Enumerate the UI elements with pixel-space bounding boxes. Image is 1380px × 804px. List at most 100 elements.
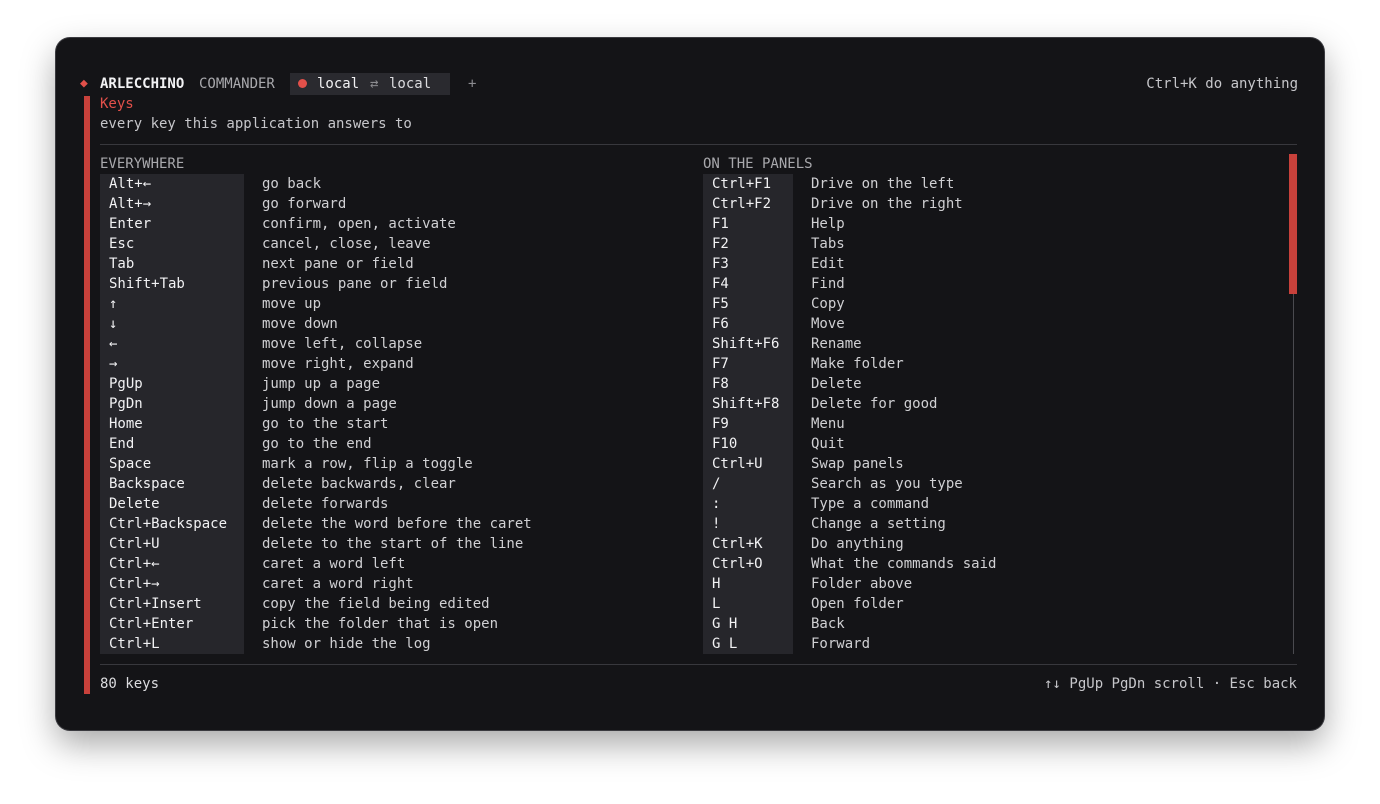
key-description: confirm, open, activate (262, 216, 456, 232)
key-label: ↓ (109, 316, 118, 332)
key-description: Quit (811, 436, 845, 452)
scroll-hint: ↑↓ PgUp PgDn scroll · Esc back (1044, 676, 1297, 692)
key-label: PgDn (109, 396, 143, 412)
scrollbar-thumb[interactable] (1289, 154, 1297, 294)
key-row: G L Forward (703, 634, 1263, 654)
key-label: → (109, 356, 118, 372)
key-row: Shift+Tab previous pane or field (100, 274, 660, 294)
key-row: Ctrl+K Do anything (703, 534, 1263, 554)
divider-bottom (100, 664, 1297, 665)
key-label: Shift+Tab (109, 276, 185, 292)
key-description: Move (811, 316, 845, 332)
key-description: caret a word left (262, 556, 406, 572)
key-row: L Open folder (703, 594, 1263, 614)
key-label: Alt+← (109, 176, 152, 192)
key-label: ↑ (109, 296, 118, 312)
key-label: Shift+F8 (712, 396, 780, 412)
key-row: Delete delete forwards (100, 494, 660, 514)
key-description: Do anything (811, 536, 904, 552)
key-row: Esc cancel, close, leave (100, 234, 660, 254)
key-description: What the commands said (811, 556, 997, 572)
key-row: Alt+→ go forward (100, 194, 660, 214)
app-brand: ARLECCHINO (100, 76, 185, 92)
key-row: Shift+F8 Delete for good (703, 394, 1263, 414)
divider-top (100, 144, 1297, 145)
key-description: delete backwards, clear (262, 476, 456, 492)
add-tab-button[interactable]: + (468, 74, 476, 94)
key-description: next pane or field (262, 256, 414, 272)
key-description: jump down a page (262, 396, 397, 412)
key-row: / Search as you type (703, 474, 1263, 494)
key-description: Change a setting (811, 516, 946, 532)
key-description: Help (811, 216, 845, 232)
key-label: F8 (712, 376, 729, 392)
key-description: delete the word before the caret (262, 516, 532, 532)
key-description: go back (262, 176, 322, 192)
key-row: Enter confirm, open, activate (100, 214, 660, 234)
key-description: show or hide the log (262, 636, 431, 652)
key-label: Enter (109, 216, 152, 232)
key-label: End (109, 436, 135, 452)
header-bar: ◆ ARLECCHINO COMMANDER local ⇄ local + C… (80, 73, 1298, 95)
key-row: Home go to the start (100, 414, 660, 434)
tab-local-local[interactable]: local ⇄ local (290, 73, 450, 95)
tab-left-label: local (317, 76, 360, 92)
key-row: F10 Quit (703, 434, 1263, 454)
key-description: Edit (811, 256, 845, 272)
panel-subtitle: every key this application answers to (100, 116, 412, 132)
key-label: Ctrl+O (712, 556, 763, 572)
key-row: F7 Make folder (703, 354, 1263, 374)
key-description: Find (811, 276, 845, 292)
key-row: F2 Tabs (703, 234, 1263, 254)
do-anything-hint[interactable]: Ctrl+K do anything (1146, 74, 1298, 94)
key-row: F6 Move (703, 314, 1263, 334)
key-label: ← (109, 336, 118, 352)
key-row: Ctrl+F1 Drive on the left (703, 174, 1263, 194)
key-row: F5 Copy (703, 294, 1263, 314)
key-label: Space (109, 456, 152, 472)
section-title-panels: ON THE PANELS (703, 156, 813, 172)
key-row: Space mark a row, flip a toggle (100, 454, 660, 474)
key-row: F8 Delete (703, 374, 1263, 394)
key-row: H Folder above (703, 574, 1263, 594)
key-label: Ctrl+U (712, 456, 763, 472)
key-row: ← move left, collapse (100, 334, 660, 354)
keys-list-panels: Ctrl+F1 Drive on the left Ctrl+F2 Drive on … (703, 174, 1263, 654)
key-description: Drive on the left (811, 176, 955, 192)
key-label: F5 (712, 296, 729, 312)
key-count: 80 keys (100, 676, 160, 692)
key-label: PgUp (109, 376, 143, 392)
keys-list-everywhere: Alt+← go back Alt+→ go forward Enter confirm,… (100, 174, 660, 654)
key-description: Rename (811, 336, 862, 352)
key-description: Folder above (811, 576, 913, 592)
key-label: Ctrl+U (109, 536, 160, 552)
key-label: Alt+→ (109, 196, 152, 212)
key-description: Drive on the right (811, 196, 963, 212)
key-label: Ctrl+F1 (712, 176, 772, 192)
key-row: : Type a command (703, 494, 1263, 514)
key-row: F9 Menu (703, 414, 1263, 434)
key-label: F9 (712, 416, 729, 432)
key-description: Search as you type (811, 476, 963, 492)
key-description: go to the end (262, 436, 372, 452)
key-description: delete to the start of the line (262, 536, 524, 552)
key-description: Delete (811, 376, 862, 392)
key-row: Ctrl+O What the commands said (703, 554, 1263, 574)
key-row: Ctrl+Backspace delete the word before the… (100, 514, 660, 534)
key-label: F3 (712, 256, 729, 272)
key-label: Ctrl+K (712, 536, 763, 552)
key-row: G H Back (703, 614, 1263, 634)
key-description: cancel, close, leave (262, 236, 431, 252)
key-row: PgUp jump up a page (100, 374, 660, 394)
key-label: Shift+F6 (712, 336, 780, 352)
key-description: move left, collapse (262, 336, 423, 352)
key-label: H (712, 576, 721, 592)
key-row: Ctrl+Insert copy the field being edited (100, 594, 660, 614)
app-window: ◆ ARLECCHINO COMMANDER local ⇄ local + C… (56, 38, 1324, 730)
key-row: ↑ move up (100, 294, 660, 314)
key-row: F1 Help (703, 214, 1263, 234)
key-description: Swap panels (811, 456, 904, 472)
key-label: L (712, 596, 721, 612)
key-description: jump up a page (262, 376, 381, 392)
key-row: ↓ move down (100, 314, 660, 334)
